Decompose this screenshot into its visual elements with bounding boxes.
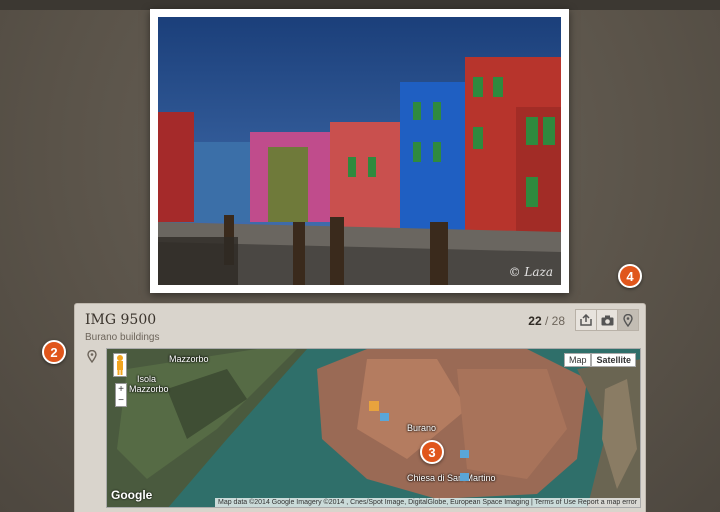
photo-title: IMG 9500 (85, 312, 157, 328)
share-icon (580, 314, 592, 326)
location-button[interactable] (617, 309, 639, 331)
satellite-imagery (107, 349, 640, 507)
callout-badge-4: 4 (618, 264, 642, 288)
map-label-mazzorbo: Mazzorbo (169, 354, 209, 364)
map-label-chiesa: Chiesa di San Martino (407, 473, 496, 483)
location-marker-icon (87, 350, 97, 363)
counter-total: 28 (551, 314, 565, 328)
map-type-control: Map Satellite (563, 353, 636, 367)
map-type-map-button[interactable]: Map (563, 353, 592, 367)
zoom-control: + − (115, 383, 127, 407)
camera-icon (601, 315, 613, 325)
map-poi-icon[interactable] (369, 401, 379, 411)
counter-separator: / (541, 314, 552, 328)
zoom-out-button[interactable]: − (116, 395, 126, 406)
callout-badge-3: 3 (420, 440, 444, 464)
info-panel: IMG 9500 Burano buildings 22 / 28 + − Ma… (74, 303, 646, 512)
location-pin-icon (623, 313, 633, 327)
map-label-isola: Isola (137, 374, 157, 384)
photo-watermark: © Laza (508, 265, 553, 279)
photo-frame: © Laza (150, 9, 569, 293)
street-view-pegman[interactable] (113, 353, 127, 377)
google-logo: Google (111, 488, 153, 502)
map-label-isola-mazzorbo: Mazzorbo (129, 384, 169, 394)
map-attribution[interactable]: Map data ©2014 Google Imagery ©2014 , Cn… (214, 498, 640, 507)
map-type-satellite-button[interactable]: Satellite (591, 353, 636, 367)
map-poi-icon[interactable] (380, 413, 389, 421)
map-poi-icon[interactable] (460, 473, 469, 481)
location-map[interactable]: + − Map Satellite Mazzorbo Isola Mazzorb… (106, 348, 641, 508)
share-button[interactable] (575, 309, 597, 331)
callout-badge-2: 2 (42, 340, 66, 364)
map-label-burano: Burano (407, 423, 437, 433)
main-photo[interactable]: © Laza (158, 17, 561, 285)
counter-current: 22 (528, 314, 542, 328)
photo-counter: 22 / 28 (528, 314, 565, 328)
map-photo-marker-icon[interactable] (460, 450, 469, 458)
zoom-in-button[interactable]: + (116, 384, 126, 395)
photo-caption: Burano buildings (85, 332, 160, 343)
panel-toolbar (575, 309, 639, 331)
photo-info-button[interactable] (596, 309, 618, 331)
